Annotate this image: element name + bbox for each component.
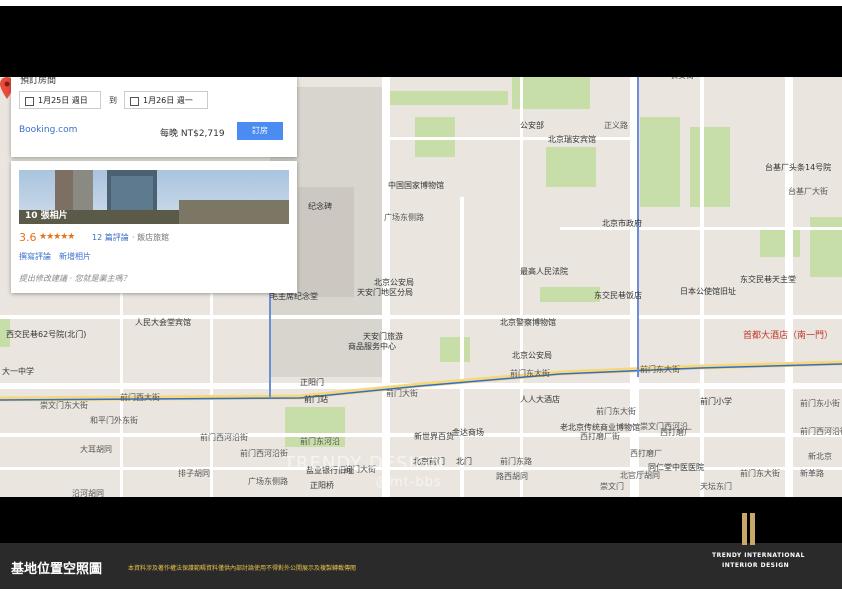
map-label[interactable]: 新世界百货 [414, 432, 454, 442]
selected-place-label[interactable]: 首都大酒店（南一門） [743, 331, 833, 341]
watermark-line2: @mt-bbs [376, 475, 442, 490]
place-photo[interactable]: 10 張相片 [19, 170, 289, 224]
top-black-bar [0, 6, 842, 77]
map-label[interactable]: 前门西河沿街 [240, 449, 288, 459]
map-label[interactable]: 前门小学 [700, 397, 732, 407]
map-label[interactable]: 大耳胡同 [80, 445, 112, 455]
map-label[interactable]: 前门东路 [500, 457, 532, 467]
watermark-line1: TRENDY DESIGN [284, 453, 445, 474]
brand-logo-icon [742, 513, 756, 545]
map-label[interactable]: 正阳桥 [310, 481, 334, 491]
map-label[interactable]: 前门东大街 [596, 407, 636, 417]
checkout-value: 1月26日 週一 [143, 96, 193, 105]
map-label[interactable]: 北京市政府 [602, 219, 642, 229]
map-label[interactable]: 最高人民法院 [520, 267, 568, 277]
checkout-field[interactable]: 1月26日 週一 [124, 91, 208, 109]
map-label[interactable]: 前门东河沿 [300, 437, 340, 447]
map-view[interactable]: 长安街公安部北京瑞安宾馆正义路台基厂头条14号院台基厂大街 中国国家博物馆纪念碑广… [0, 77, 842, 497]
map-label[interactable]: 前门东大街 [640, 365, 680, 375]
footer-note: 本資料涉及著作權法保護範疇資料僅供內部討論使用不得對外公開展示及複製轉載傳閱 [128, 565, 357, 572]
add-photo-link[interactable]: 新增相片 [59, 251, 91, 262]
map-label[interactable]: 前门东大街 [740, 469, 780, 479]
provider-link[interactable]: Booking.com [19, 125, 77, 135]
rooms-label: 預訂房間 [20, 77, 57, 86]
map-label[interactable]: 长安街 [670, 77, 694, 81]
map-label[interactable]: 纪念碑 [308, 202, 332, 212]
brand-line2: INTERIOR DESIGN [722, 562, 790, 569]
map-label[interactable]: 北京瑞安宾馆 [548, 135, 596, 145]
map-label[interactable]: 北京公安局 [512, 351, 552, 361]
reviews-link[interactable]: 12 篇評論 [92, 232, 129, 243]
category-label: · 飯店旅館 [132, 233, 170, 242]
calendar-icon [25, 97, 34, 106]
map-label[interactable]: 天安门旅游 [363, 332, 403, 342]
map-label[interactable]: 台基厂头条14号院 [765, 163, 831, 173]
map-label[interactable]: 东交民巷饭店 [594, 291, 642, 301]
book-button[interactable]: 訂房 [237, 122, 283, 140]
map-label[interactable]: 天安门地区分局 [357, 288, 413, 298]
photo-count: 10 張相片 [25, 211, 68, 221]
map-label[interactable]: 正义路 [604, 121, 628, 131]
map-label[interactable]: 人人大酒店 [520, 395, 560, 405]
map-label[interactable]: 广场东侧路 [384, 213, 424, 223]
map-label[interactable]: 西交民巷62号院(北门) [6, 330, 86, 340]
map-label[interactable]: 西打磨厂 [660, 428, 692, 438]
map-label[interactable]: 台基厂大街 [788, 187, 828, 197]
map-label[interactable]: 毛主席纪念堂 [270, 292, 318, 302]
date-to-label: 到 [109, 96, 117, 105]
write-review-link[interactable]: 撰寫評論 [19, 251, 51, 262]
checkin-value: 1月25日 週日 [38, 96, 88, 105]
map-label[interactable]: 新革路 [800, 469, 824, 479]
checkin-field[interactable]: 1月25日 週日 [19, 91, 101, 109]
rating-stars-icon: ★★★★★ [39, 232, 75, 242]
place-info-card: 10 張相片 3.6 ★★★★★ 12 篇評論 · 飯店旅館 撰寫評論 新增相片… [11, 161, 297, 293]
map-label[interactable]: 前门大街 [386, 389, 418, 399]
footer: 基地位置空照圖 本資料涉及著作權法保護範疇資料僅供內部討論使用不得對外公開展示及… [0, 513, 842, 589]
map-label[interactable]: 西打磨厂 [630, 449, 662, 459]
calendar-icon [130, 97, 139, 106]
map-label[interactable]: 前门东大街 [510, 369, 550, 379]
map-label[interactable]: 北京公安局 [374, 278, 414, 288]
map-label[interactable]: 沿河胡同 [72, 489, 104, 497]
map-label[interactable]: 前门西河沿街 [800, 427, 842, 437]
brand-line1: TRENDY INTERNATIONAL [712, 552, 805, 559]
map-label[interactable]: 正阳门 [300, 378, 324, 388]
map-label[interactable]: 日本公使馆旧址 [680, 287, 736, 297]
map-label[interactable]: 大一中学 [2, 367, 34, 377]
map-label[interactable]: 路西胡同 [496, 472, 528, 482]
slide: 长安街公安部北京瑞安宾馆正义路台基厂头条14号院台基厂大街 中国国家博物馆纪念碑广… [0, 0, 842, 595]
bottom-black-bar [0, 497, 842, 543]
footer-title: 基地位置空照圖 [11, 562, 103, 577]
map-label[interactable]: 西打磨厂街 [580, 432, 620, 442]
map-label[interactable]: 北京警察博物馆 [500, 318, 556, 328]
map-label[interactable]: 北官厅胡同 [620, 471, 660, 481]
map-label[interactable]: 北门 [456, 457, 472, 467]
map-label[interactable]: 东交民巷天主堂 [740, 275, 796, 285]
map-label[interactable]: 中国国家博物馆 [388, 181, 444, 191]
booking-card: 預訂房間 1月25日 週日 到 1月26日 週一 Booking.com 每晚 … [11, 77, 297, 157]
map-label[interactable]: 金达商场 [452, 428, 484, 438]
map-label[interactable]: 前门西河沿街 [200, 433, 248, 443]
map-label[interactable]: 和平门外东街 [90, 416, 138, 426]
map-label[interactable]: 公安部 [520, 121, 544, 131]
map-label[interactable]: 排子胡同 [178, 469, 210, 479]
owner-prompt[interactable]: 提出修改建議 · 您就是業主嗎？ [19, 273, 131, 284]
price-label: 每晚 NT$2,719 [160, 129, 225, 139]
map-label[interactable]: 崇文门东大街 [40, 401, 88, 411]
map-label[interactable]: 前门东小街 [800, 399, 840, 409]
map-label[interactable]: 商品服务中心 [348, 342, 396, 352]
map-label[interactable]: 人民大会堂宾馆 [135, 318, 191, 328]
map-label[interactable]: 广场东侧路 [248, 477, 288, 487]
map-label[interactable]: 前门站 [304, 395, 328, 405]
map-label[interactable]: 崇文门 [600, 482, 624, 492]
map-label[interactable]: 前门西大街 [120, 393, 160, 403]
map-label[interactable]: 新北京 [808, 452, 832, 462]
rating-value: 3.6 [19, 231, 37, 244]
map-label[interactable]: 天坛东门 [700, 482, 732, 492]
